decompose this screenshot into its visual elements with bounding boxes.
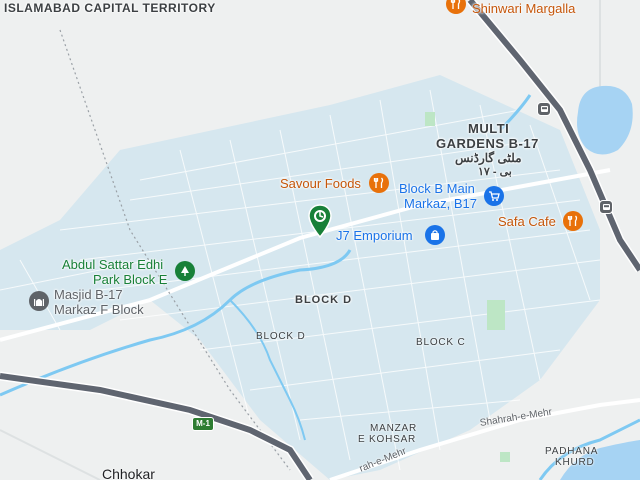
poi-block-b-main-line1[interactable]: Block B Main — [399, 181, 475, 196]
area-label-padhana-line2: KHURD — [555, 457, 595, 468]
area-label-multi-gardens-urdu2: بی - ١٧ — [478, 166, 512, 178]
area-label-manzar-line1: MANZAR — [370, 423, 418, 434]
poi-savour-foods[interactable]: Savour Foods — [280, 176, 361, 191]
territory-label: ISLAMABAD CAPITAL TERRITORY — [4, 1, 216, 15]
place-label-chhokar: Chhokar — [102, 466, 155, 480]
area-label-block-d-small: BLOCK D — [256, 331, 306, 342]
poi-j7-emporium[interactable]: J7 Emporium — [336, 228, 413, 243]
area-label-manzar-line2: E KOHSAR — [358, 434, 417, 445]
poi-safa-cafe[interactable]: Safa Cafe — [498, 214, 556, 229]
poi-edhi-park-line2[interactable]: Park Block E — [93, 272, 167, 287]
area-label-padhana-line1: PADHANA — [545, 446, 599, 457]
map-canvas[interactable]: ISLAMABAD CAPITAL TERRITORY Shinwari Mar… — [0, 0, 640, 480]
shopping-cart-icon[interactable] — [484, 186, 504, 206]
tree-icon[interactable] — [175, 261, 195, 281]
poi-masjid-line2[interactable]: Markaz F Block — [54, 302, 144, 317]
shopping-bag-icon[interactable] — [425, 225, 445, 245]
bus-stop-icon[interactable] — [599, 200, 613, 214]
bus-stop-icon[interactable] — [537, 102, 551, 116]
area-label-multi-gardens-line1: MULTI — [468, 121, 510, 136]
area-label-multi-gardens-line2: GARDENS B-17 — [436, 136, 539, 151]
area-label-block-d: BLOCK D — [295, 294, 353, 306]
poi-block-b-main-line2[interactable]: Markaz, B17 — [404, 196, 477, 211]
restaurant-icon[interactable] — [369, 173, 389, 193]
poi-shinwari-margalla[interactable]: Shinwari Margalla — [472, 1, 575, 16]
area-label-multi-gardens-urdu: ملٹی گارڈنس — [455, 151, 522, 165]
area-label-block-c: BLOCK C — [416, 337, 466, 348]
restaurant-icon[interactable] — [563, 211, 583, 231]
motorway-shield-m1: M-1 — [192, 417, 214, 431]
mosque-icon[interactable] — [29, 291, 49, 311]
poi-edhi-park-line1[interactable]: Abdul Sattar Edhi — [62, 257, 163, 272]
poi-masjid-line1[interactable]: Masjid B-17 — [54, 287, 123, 302]
location-pin-icon[interactable] — [307, 204, 333, 239]
